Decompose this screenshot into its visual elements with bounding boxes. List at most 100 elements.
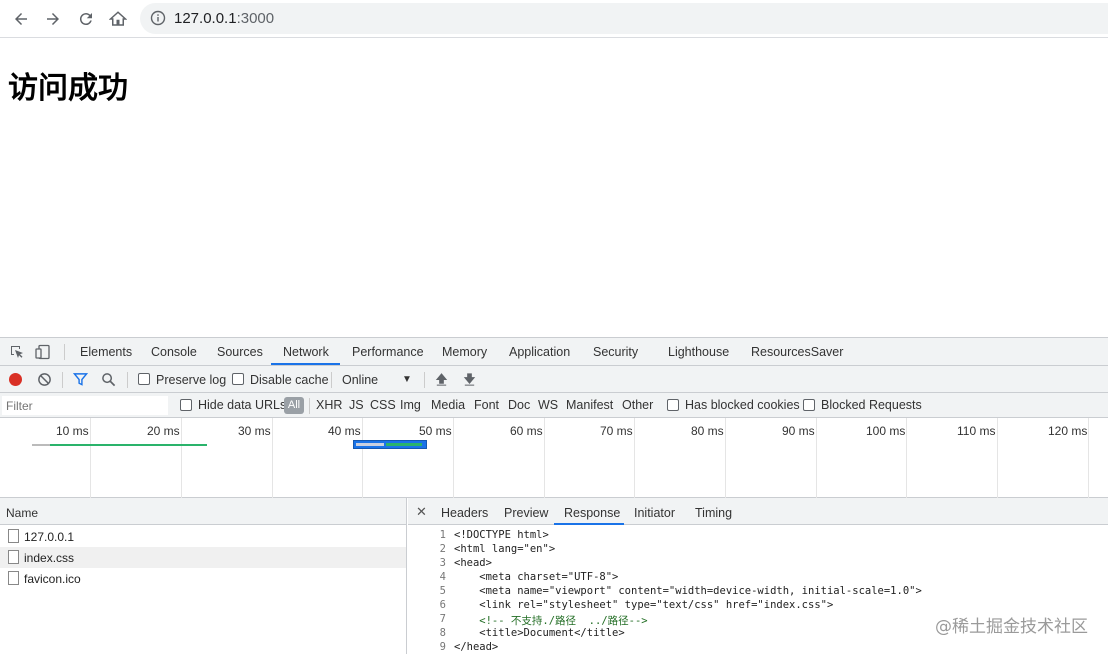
timing-bar: [50, 444, 207, 446]
column-label: Name: [6, 506, 39, 520]
document-icon: [8, 550, 19, 564]
tab-application[interactable]: Application: [509, 345, 570, 359]
tab-initiator[interactable]: Initiator: [634, 506, 675, 520]
tab-console[interactable]: Console: [151, 345, 197, 359]
import-har-icon[interactable]: [434, 372, 449, 387]
filter-input[interactable]: [2, 396, 168, 415]
inspect-element-icon[interactable]: [9, 344, 25, 360]
address-bar[interactable]: 127.0.0.1:3000: [140, 3, 1108, 34]
has-blocked-cookies-label: Has blocked cookies: [685, 398, 800, 412]
filter-media[interactable]: Media: [431, 398, 465, 412]
network-overview[interactable]: 10 ms 20 ms 30 ms 40 ms 50 ms 60 ms 70 m…: [0, 418, 1108, 498]
filter-manifest[interactable]: Manifest: [566, 398, 613, 412]
tick-label: 90 ms: [782, 424, 815, 438]
clear-icon[interactable]: [37, 372, 52, 387]
chevron-down-icon[interactable]: ▼: [402, 374, 412, 385]
filter-xhr[interactable]: XHR: [316, 398, 342, 412]
active-tab-indicator: [554, 523, 624, 525]
grid-line: [1088, 418, 1089, 498]
request-list: Name 127.0.0.1 index.css favicon.ico: [0, 498, 407, 654]
record-icon[interactable]: [9, 373, 22, 386]
tab-memory[interactable]: Memory: [442, 345, 487, 359]
tab-response[interactable]: Response: [564, 506, 620, 520]
document-icon: [8, 529, 19, 543]
watermark: @稀土掘金技术社区: [935, 617, 1088, 637]
blocked-requests-checkbox[interactable]: [803, 399, 815, 411]
filter-icon[interactable]: [73, 372, 88, 387]
blocked-requests-label: Blocked Requests: [821, 398, 922, 412]
grid-line: [272, 418, 273, 498]
grid-line: [362, 418, 363, 498]
filter-other[interactable]: Other: [622, 398, 653, 412]
request-row[interactable]: favicon.ico: [0, 568, 406, 589]
tab-performance[interactable]: Performance: [352, 345, 424, 359]
tab-lighthouse[interactable]: Lighthouse: [668, 345, 729, 359]
filter-ws[interactable]: WS: [538, 398, 558, 412]
export-har-icon[interactable]: [462, 372, 477, 387]
tick-label: 60 ms: [510, 424, 543, 438]
network-toolbar: Preserve log Disable cache Online ▼: [0, 366, 1108, 393]
timing-bar: [353, 440, 427, 449]
request-name: favicon.ico: [24, 572, 81, 586]
search-icon[interactable]: [101, 372, 116, 387]
tab-resourcessaver[interactable]: ResourcesSaver: [751, 345, 843, 359]
tick-label: 100 ms: [866, 424, 906, 438]
divider: [64, 344, 65, 360]
divider: [424, 372, 425, 388]
home-icon[interactable]: [107, 8, 129, 30]
tab-timing[interactable]: Timing: [695, 506, 732, 520]
grid-line: [906, 418, 907, 498]
info-icon[interactable]: [150, 10, 166, 26]
grid-line: [816, 418, 817, 498]
timing-bar: [386, 443, 422, 446]
timing-bar: [356, 443, 384, 446]
grid-line: [725, 418, 726, 498]
tick-label: 10 ms: [56, 424, 89, 438]
divider: [309, 398, 310, 414]
grid-line: [544, 418, 545, 498]
tick-label: 30 ms: [238, 424, 271, 438]
tick-label: 40 ms: [328, 424, 361, 438]
filter-img[interactable]: Img: [400, 398, 421, 412]
grid-line: [997, 418, 998, 498]
has-blocked-cookies-checkbox[interactable]: [667, 399, 679, 411]
tick-label: 80 ms: [691, 424, 724, 438]
tab-elements[interactable]: Elements: [80, 345, 132, 359]
tab-network[interactable]: Network: [283, 345, 329, 359]
tab-security[interactable]: Security: [593, 345, 638, 359]
throttling-select[interactable]: Online: [342, 373, 378, 387]
reload-icon[interactable]: [75, 8, 97, 30]
detail-tabbar: ✕ Headers Preview Response Initiator Tim…: [408, 498, 1108, 525]
divider: [62, 372, 63, 388]
forward-icon[interactable]: [42, 8, 64, 30]
tick-label: 20 ms: [147, 424, 180, 438]
back-icon[interactable]: [10, 8, 32, 30]
request-row[interactable]: index.css: [0, 547, 406, 568]
disable-cache-checkbox[interactable]: [232, 373, 244, 385]
hide-data-urls-checkbox[interactable]: [180, 399, 192, 411]
divider: [331, 372, 332, 388]
request-row[interactable]: 127.0.0.1: [0, 526, 406, 547]
tab-preview[interactable]: Preview: [504, 506, 548, 520]
filter-doc[interactable]: Doc: [508, 398, 530, 412]
hide-data-urls-label: Hide data URLs: [198, 398, 287, 412]
filter-all[interactable]: All: [284, 397, 304, 414]
tick-label: 120 ms: [1048, 424, 1088, 438]
request-name: 127.0.0.1: [24, 530, 75, 544]
filter-bar: Hide data URLs All XHR JS CSS Img Media …: [0, 393, 1108, 418]
tab-headers[interactable]: Headers: [441, 506, 488, 520]
name-column-header[interactable]: Name: [0, 498, 406, 525]
preserve-log-checkbox[interactable]: [138, 373, 150, 385]
filter-js[interactable]: JS: [349, 398, 364, 412]
tick-label: 70 ms: [600, 424, 633, 438]
browser-toolbar: 127.0.0.1:3000: [0, 0, 1108, 38]
url-text: 127.0.0.1:3000: [174, 10, 275, 27]
device-toolbar-icon[interactable]: [35, 344, 51, 360]
preserve-log-label: Preserve log: [156, 373, 227, 387]
tab-sources[interactable]: Sources: [217, 345, 263, 359]
active-tab-indicator: [271, 363, 340, 365]
close-icon[interactable]: ✕: [416, 504, 427, 520]
tick-label: 110 ms: [957, 424, 996, 438]
filter-css[interactable]: CSS: [370, 398, 396, 412]
filter-font[interactable]: Font: [474, 398, 499, 412]
